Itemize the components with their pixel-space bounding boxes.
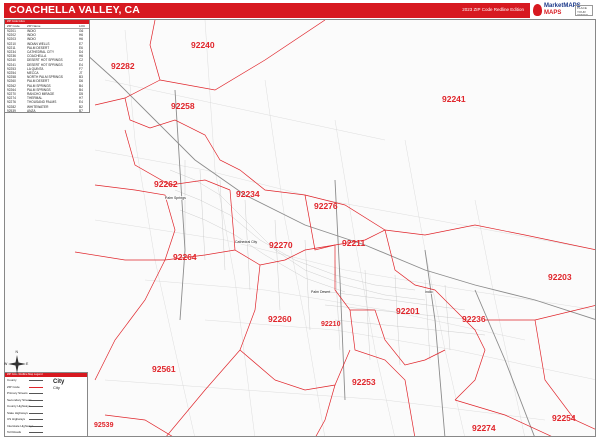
compass-n: N [15,350,19,354]
zip-boundaries [74,20,595,436]
legend-city-sample: City City [53,379,87,419]
edition-label: 2023 ZIP Code Redline Edition [462,7,524,12]
zip-label-92203[interactable]: 92203 [548,272,572,282]
map-legend: ZIP Code Redline Map Legend County ZIP Co… [4,372,88,437]
zip-label-92270[interactable]: 92270 [269,240,293,250]
title-bar: COACHELLA VALLEY, CA 2023 ZIP Code Redli… [4,3,530,18]
compass-rose-icon: N S E W [4,350,29,376]
compass-s: S [16,372,19,376]
zip-label-92254[interactable]: 92254 [552,413,576,423]
legend-row-label: Secondary Streets [7,397,32,402]
legend-line-swatch [29,432,43,433]
zip-label-92561[interactable]: 92561 [152,364,176,374]
city-label: Cathedral City [235,240,258,244]
zip-label-92234[interactable]: 92234 [236,189,260,199]
legend-line-swatch [29,380,43,381]
publisher-logo[interactable]: MarketMAPS MAPS PLACE YOUR ORDER [533,3,595,18]
zip-label-92236[interactable]: 92236 [462,314,486,324]
legend-row-label: Primary Streets [7,391,28,395]
col-name: ZIP Name [27,24,41,28]
zip-label-92210[interactable]: 92210 [321,321,340,328]
legend-row-label: State Highways [7,410,28,415]
urban-streets [169,160,486,366]
zip-label-92264[interactable]: 92264 [173,252,197,262]
zip-label-92282[interactable]: 92282 [111,61,135,71]
minor-streets [94,20,595,436]
zip-label-92201[interactable]: 92201 [396,306,420,316]
zip-label-92241[interactable]: 92241 [442,94,466,104]
legend-row-label: County [7,378,17,382]
zip-label-92260[interactable]: 92260 [268,314,292,324]
legend-line-swatch [29,406,43,407]
legend-row-label: County Highways [7,404,31,408]
logo-pin-icon [533,4,542,16]
legend-line-swatch [29,412,43,414]
road-and-boundary-layer [64,20,595,436]
compass-w: W [4,361,8,366]
zip-label-92539[interactable]: 92539 [94,422,113,429]
highways [64,34,595,436]
map-canvas[interactable]: 92240 92282 92241 92258 92262 92234 9227… [4,19,596,437]
zip-label-92262[interactable]: 92262 [154,179,178,189]
col-zip: ZIP Code [7,24,20,28]
map-page: COACHELLA VALLEY, CA 2023 ZIP Code Redli… [0,0,600,440]
zip-label-92276[interactable]: 92276 [314,201,338,211]
zip-index-table: ZIP Code Index ZIP Code ZIP Name LOC 922… [4,19,90,113]
legend-line-swatch [29,386,43,388]
legend-row-label: US Highways [7,417,26,421]
legend-row-label: ZIP Code [7,384,20,389]
col-loc: LOC [79,24,86,28]
city-label: Palm Springs [165,196,186,200]
logo-tag: PLACE YOUR ORDER [575,5,593,16]
city-label: Indio [425,290,433,294]
legend-city-small: City [53,385,60,390]
zip-label-92258[interactable]: 92258 [171,101,195,111]
compass-e: E [26,361,29,366]
zip-label-92253[interactable]: 92253 [352,377,376,387]
legend-line-swatch [29,419,43,420]
zip-label-92274[interactable]: 92274 [472,423,496,433]
legend-line-swatch [29,425,43,427]
legend-line-swatch [29,393,43,394]
zip-label-92211[interactable]: 92211 [342,238,365,248]
logo-sub-text: MAPS [544,10,562,16]
zip-label-92240[interactable]: 92240 [191,40,215,50]
index-rows: 92201 INDIO G6 92202 INDIO H6 92203 INDIO H6 9221… [5,29,89,112]
legend-row-label: Toll Roads [7,430,22,434]
map-title: COACHELLA VALLEY, CA [9,4,140,16]
city-label: Palm Desert [311,290,331,294]
legend-row: Toll Roads [5,429,87,436]
legend-line-swatch [29,399,43,401]
